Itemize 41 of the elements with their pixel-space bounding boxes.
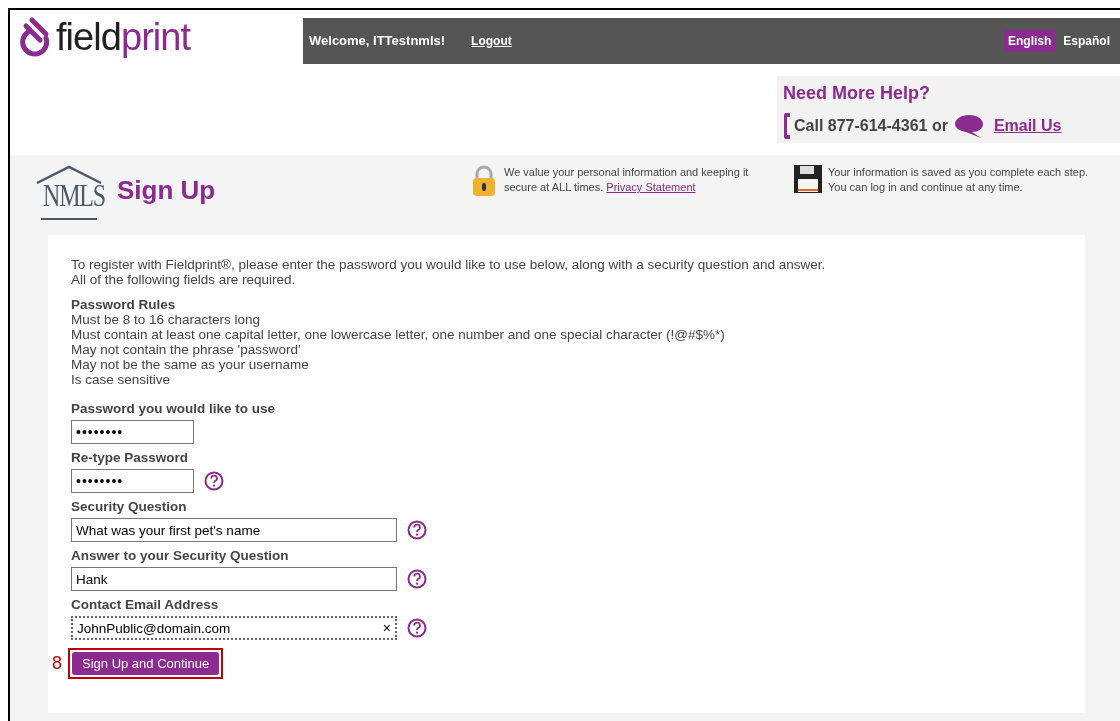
rule-text: May not be the same as your username — [71, 357, 310, 372]
language-tab[interactable]: English — [1003, 30, 1056, 52]
field-label: Password you would like to use — [71, 401, 277, 416]
privacy-link[interactable]: Privacy Statement — [606, 181, 696, 193]
field-label: Answer to your Security Question — [71, 548, 290, 563]
page-title: Sign Up — [117, 174, 216, 207]
phone-icon — [783, 113, 791, 139]
language-tab[interactable]: Español — [1059, 30, 1114, 52]
save-note: Your information is saved as you complete each step. You can log in and continue at any time. — [828, 165, 1090, 195]
field-label: Contact Email Address — [71, 597, 220, 612]
field-label: Security Question — [71, 499, 188, 514]
help-icon[interactable] — [407, 520, 427, 540]
logo-wordmark: fieldprint — [56, 18, 191, 56]
logout-link[interactable]: Logout — [471, 32, 512, 50]
rule-text: Must contain at least one capital letter, one lowercase letter, one number and one special character (!@#$%*) — [71, 327, 726, 342]
email-us-link[interactable]: Email Us — [993, 114, 1062, 138]
sign-up-button[interactable]: Sign Up and Continue — [72, 652, 220, 675]
rule-text: Must be 8 to 16 characters long — [71, 312, 262, 327]
chat-bubble-icon — [953, 113, 984, 139]
step-number: 8 — [51, 656, 62, 671]
input-field[interactable]: Hank — [71, 567, 397, 591]
help-title: Need More Help? — [783, 82, 932, 105]
field-label: Re-type Password — [71, 450, 190, 465]
input-field[interactable]: JohnPublic@domain.com × — [71, 616, 397, 640]
intro-text: To register with Fieldprint®, please enter the password you would like to use below, along with a security question and answer. All of the following fields are required. — [71, 257, 827, 287]
padlock-icon — [472, 165, 496, 197]
call-text: Call 877-614-4361 or — [794, 116, 948, 136]
rule-text: Is case sensitive — [71, 372, 172, 387]
security-note: We value your personal information and keeping it secure at ALL times. Privacy Statement — [504, 165, 750, 195]
input-field[interactable]: •••••••• — [71, 420, 194, 444]
input-field[interactable]: •••••••• — [71, 469, 194, 493]
rules-title: Password Rules — [71, 297, 177, 312]
nmls-logo: NMLS — [35, 165, 103, 221]
input-field[interactable]: What was your first pet's name — [71, 518, 397, 542]
help-icon[interactable] — [407, 618, 427, 638]
help-icon[interactable] — [204, 471, 224, 491]
logo-icon — [20, 16, 52, 58]
rule-text: May not contain the phrase 'password' — [71, 342, 302, 357]
clear-icon[interactable]: × — [382, 620, 391, 636]
help-icon[interactable] — [407, 569, 427, 589]
welcome-text: Welcome, ITTestnmls! — [309, 32, 446, 51]
